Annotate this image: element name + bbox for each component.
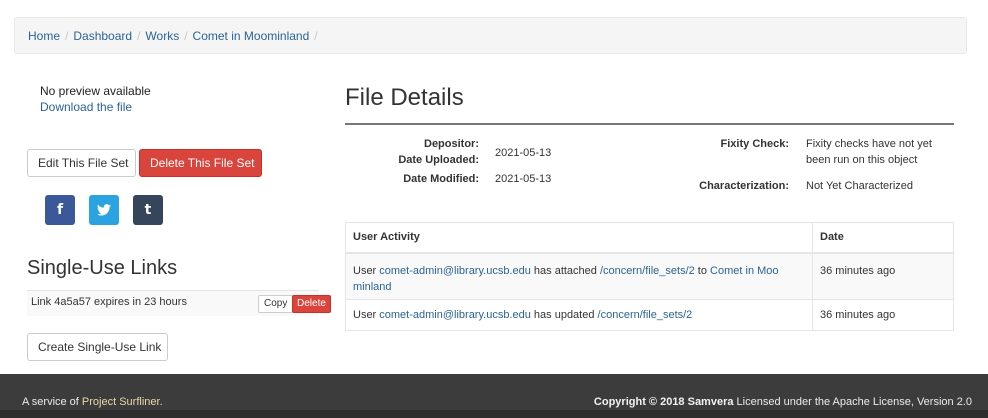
table-row: User comet-admin@library.ucsb.edu has at… bbox=[345, 252, 954, 300]
footer: A service of Project Surfliner. Copyrigh… bbox=[0, 374, 988, 418]
license-text: Licensed under the Apache License, Versi… bbox=[733, 396, 972, 408]
footer-service-text: A service of bbox=[22, 396, 82, 408]
table-header-row: User Activity Date bbox=[345, 222, 954, 254]
footer-service: A service of Project Surfliner. bbox=[22, 396, 163, 408]
depositor-label: Depositor: bbox=[424, 138, 479, 150]
characterization-value: Not Yet Characterized bbox=[806, 180, 914, 192]
single-use-links-heading: Single-Use Links bbox=[27, 257, 178, 279]
fixity-check-value-line2: been run on this object bbox=[806, 154, 918, 166]
download-file-link[interactable]: Download the file bbox=[40, 100, 132, 114]
activity-text: to bbox=[694, 264, 711, 277]
date-uploaded-value: 2021-05-13 bbox=[495, 147, 552, 159]
breadcrumb-separator: / bbox=[65, 28, 69, 43]
heading-divider bbox=[345, 123, 954, 125]
copy-link-button[interactable]: Copy bbox=[258, 295, 294, 313]
date-uploaded-label: Date Uploaded: bbox=[398, 154, 479, 166]
tumblr-icon: t bbox=[144, 202, 152, 218]
user-activity-table: User Activity Date User comet-admin@libr… bbox=[345, 222, 954, 331]
facebook-icon: f bbox=[56, 202, 64, 218]
twitter-icon bbox=[97, 204, 111, 216]
breadcrumb-separator: / bbox=[137, 28, 141, 43]
footer-bottom-strip bbox=[0, 410, 988, 418]
activity-text: User bbox=[353, 264, 380, 277]
fixity-check-value-line1: Fixity checks have not yet bbox=[806, 138, 932, 150]
copyright-text: Copyright © 2018 Samvera bbox=[593, 396, 734, 408]
work-link[interactable]: minland bbox=[353, 281, 392, 293]
activity-date: 36 minutes ago bbox=[812, 252, 954, 300]
breadcrumb-separator: / bbox=[314, 28, 318, 43]
activity-date: 36 minutes ago bbox=[812, 299, 954, 331]
user-activity-header: User Activity bbox=[345, 222, 813, 254]
breadcrumb-home[interactable]: Home bbox=[28, 29, 60, 43]
fixity-check-label: Fixity Check: bbox=[720, 138, 789, 150]
facebook-share-button[interactable]: f bbox=[45, 195, 75, 225]
breadcrumb: Home / Dashboard / Works / Comet in Moom… bbox=[14, 17, 967, 54]
activity-text: has updated bbox=[530, 309, 598, 321]
date-header: Date bbox=[812, 222, 954, 254]
activity-cell: User comet-admin@library.ucsb.edu has up… bbox=[345, 299, 813, 331]
footer-copyright: Copyright © 2018 Samvera Licensed under … bbox=[594, 396, 972, 408]
user-link[interactable]: comet-admin@library.ucsb.edu bbox=[379, 265, 531, 277]
activity-text: has attached bbox=[530, 264, 600, 277]
tumblr-share-button[interactable]: t bbox=[133, 195, 163, 225]
activity-text: User bbox=[353, 309, 380, 321]
file-set-link[interactable]: /concern/file_sets/2 bbox=[600, 265, 695, 277]
date-modified-value: 2021-05-13 bbox=[495, 173, 552, 185]
user-link[interactable]: comet-admin@library.ucsb.edu bbox=[379, 309, 531, 321]
activity-cell: User comet-admin@library.ucsb.edu has at… bbox=[345, 252, 813, 300]
project-surfliner-link[interactable]: Project Surfliner. bbox=[82, 396, 163, 408]
table-row: User comet-admin@library.ucsb.edu has up… bbox=[345, 299, 954, 331]
twitter-share-button[interactable] bbox=[89, 195, 119, 225]
file-set-link[interactable]: /concern/file_sets/2 bbox=[598, 309, 693, 321]
no-preview-text: No preview available bbox=[40, 84, 151, 98]
edit-file-set-button[interactable]: Edit This File Set bbox=[27, 149, 136, 177]
file-details-heading: File Details bbox=[345, 84, 464, 111]
single-use-link-row: Link 4a5a57 expires in 23 hours Copy Del… bbox=[27, 290, 331, 316]
breadcrumb-separator: / bbox=[184, 28, 188, 43]
delete-link-button[interactable]: Delete bbox=[292, 295, 331, 313]
single-use-link-text: Link 4a5a57 expires in 23 hours bbox=[31, 296, 187, 308]
delete-file-set-button[interactable]: Delete This File Set bbox=[139, 149, 262, 177]
breadcrumb-dashboard[interactable]: Dashboard bbox=[73, 29, 132, 43]
breadcrumb-work-title[interactable]: Comet in Moominland bbox=[193, 29, 310, 43]
create-single-use-link-button[interactable]: Create Single-Use Link bbox=[27, 333, 168, 361]
breadcrumb-works[interactable]: Works bbox=[145, 29, 179, 43]
date-modified-label: Date Modified: bbox=[403, 173, 479, 185]
work-link[interactable]: Comet in Moo bbox=[710, 265, 778, 277]
characterization-label: Characterization: bbox=[699, 180, 789, 192]
